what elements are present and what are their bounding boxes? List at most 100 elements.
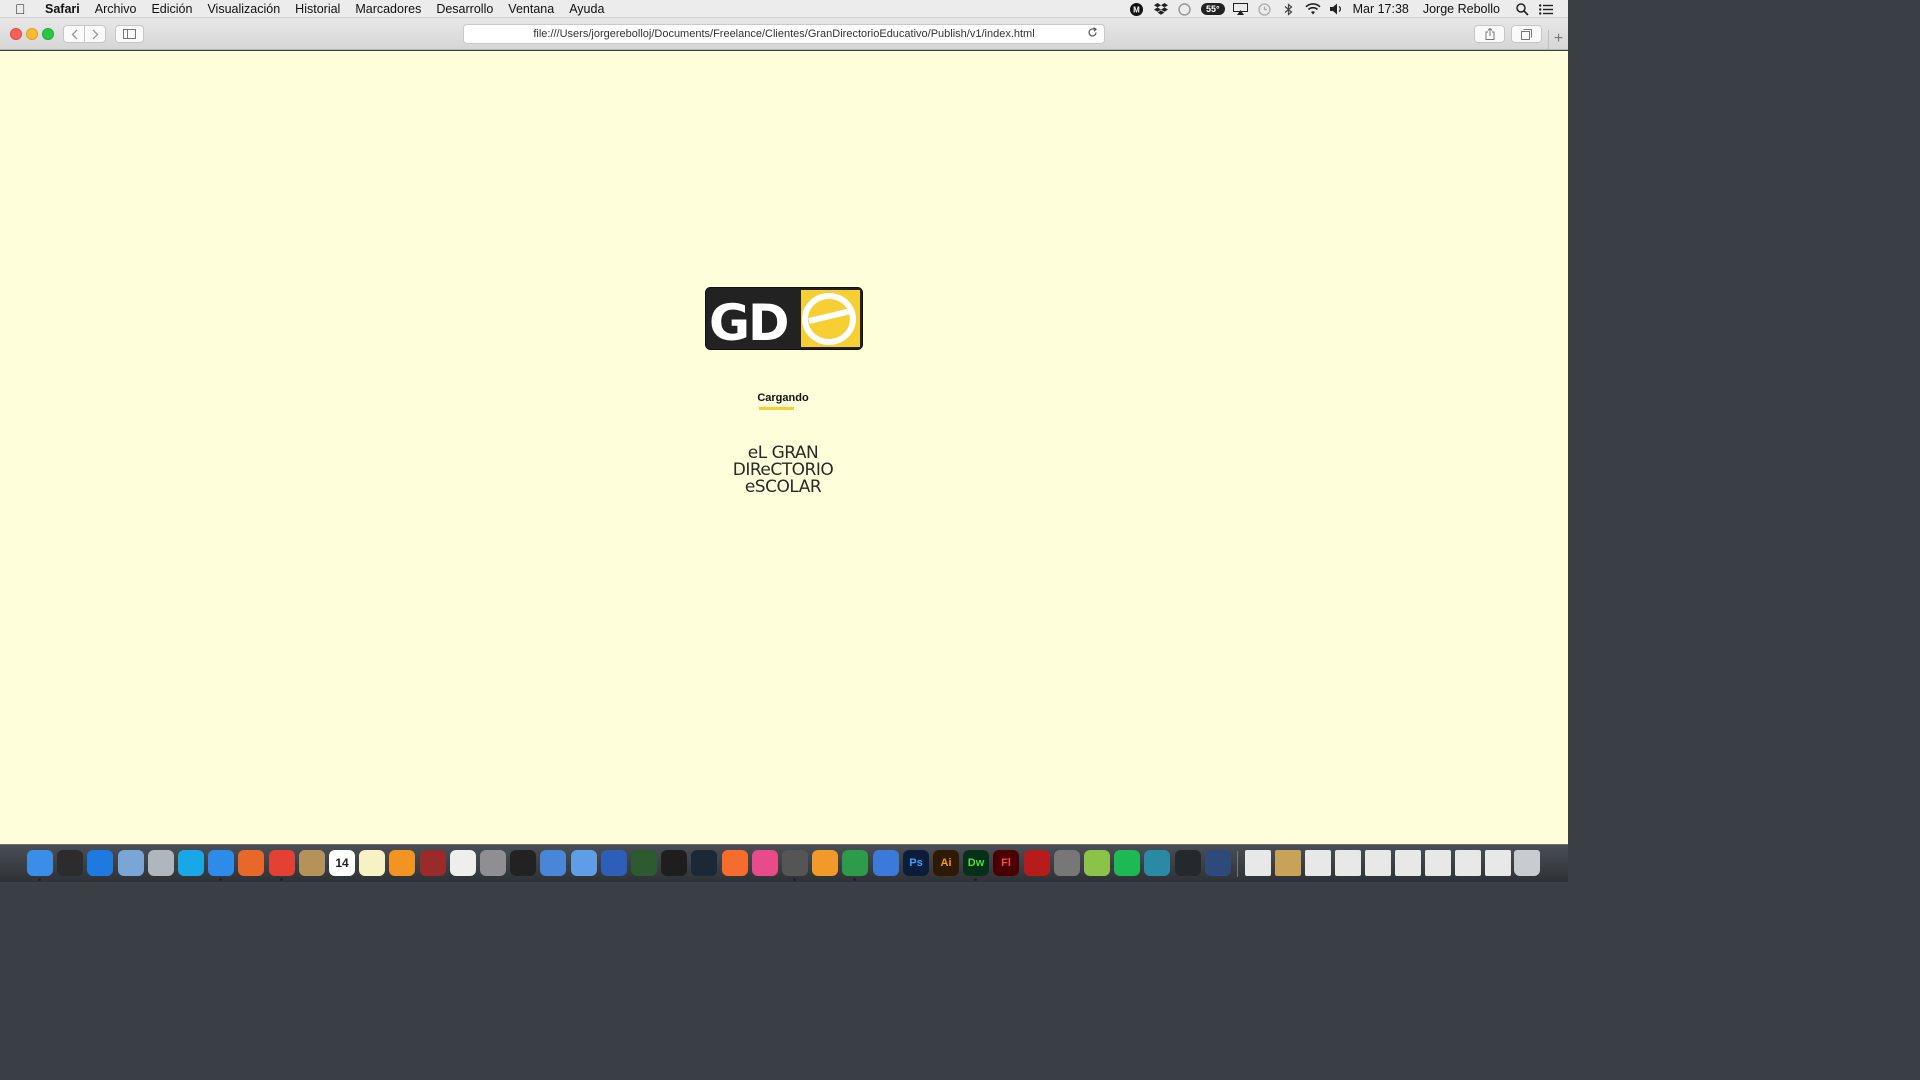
window-close-button[interactable] xyxy=(10,28,22,40)
dreamweaver-icon[interactable]: Dw xyxy=(963,850,989,876)
textedit-icon[interactable] xyxy=(450,850,476,876)
keynote-icon[interactable] xyxy=(873,850,899,876)
sidebar-toggle-button[interactable] xyxy=(115,25,144,43)
contacts-icon[interactable] xyxy=(299,850,325,876)
github-icon[interactable] xyxy=(1175,850,1201,876)
menu-ayuda[interactable]: Ayuda xyxy=(569,2,604,16)
svg-text:GD: GD xyxy=(709,294,788,350)
chevron-right-icon xyxy=(92,29,98,39)
file-6-icon[interactable] xyxy=(1455,850,1481,876)
terminal-icon[interactable] xyxy=(510,850,536,876)
user-name[interactable]: Jorge Rebollo xyxy=(1423,2,1500,16)
running-indicator xyxy=(219,878,222,881)
window-maximize-button[interactable] xyxy=(42,28,54,40)
app-store-icon[interactable] xyxy=(87,850,113,876)
menu-app-name[interactable]: Safari xyxy=(45,2,80,16)
dashboard-icon[interactable] xyxy=(57,850,83,876)
address-bar[interactable]: file:///Users/jorgerebolloj/Documents/Fr… xyxy=(463,24,1105,44)
notes-icon[interactable] xyxy=(359,850,385,876)
sync-status-icon[interactable] xyxy=(1177,2,1193,16)
file-2-icon[interactable] xyxy=(1335,850,1361,876)
dock-separator xyxy=(1237,851,1238,877)
share-button[interactable] xyxy=(1474,25,1505,43)
google-earth-icon[interactable] xyxy=(631,850,657,876)
share-icon xyxy=(1485,28,1494,40)
menu-bar:  Safari Archivo Edición Visualización H… xyxy=(0,0,1568,18)
illustrator-icon[interactable]: Ai xyxy=(933,850,959,876)
volume-icon[interactable] xyxy=(1329,3,1345,16)
photoshop-icon[interactable]: Ps xyxy=(903,850,929,876)
menu-historial[interactable]: Historial xyxy=(295,2,340,16)
browser-toolbar: file:///Users/jorgerebolloj/Documents/Fr… xyxy=(0,18,1568,50)
temperature-badge[interactable]: 55° xyxy=(1200,3,1225,15)
firefox-icon[interactable] xyxy=(238,850,264,876)
address-url: file:///Users/jorgerebolloj/Documents/Fr… xyxy=(533,28,1035,40)
finder-icon[interactable] xyxy=(27,850,53,876)
launchpad-icon[interactable] xyxy=(148,850,174,876)
file-4-icon[interactable] xyxy=(1395,850,1421,876)
file-7-icon[interactable] xyxy=(1485,850,1511,876)
spotify-icon[interactable] xyxy=(1114,850,1140,876)
skype-icon[interactable] xyxy=(178,850,204,876)
calendar-icon[interactable]: 14 xyxy=(329,850,355,876)
time-machine-icon[interactable] xyxy=(1257,2,1273,16)
forward-button[interactable] xyxy=(84,25,106,43)
menu-marcadores[interactable]: Marcadores xyxy=(355,2,421,16)
ibooks-icon[interactable] xyxy=(389,850,415,876)
menu-ventana[interactable]: Ventana xyxy=(508,2,554,16)
tree-icon[interactable] xyxy=(1205,850,1231,876)
system-preferences-icon[interactable] xyxy=(480,850,506,876)
filezilla-icon[interactable] xyxy=(1024,850,1050,876)
running-indicator xyxy=(38,878,41,881)
wifi-icon[interactable] xyxy=(1305,3,1321,16)
printer-icon[interactable] xyxy=(1054,850,1080,876)
terminal2-icon[interactable] xyxy=(661,850,687,876)
photo-booth-icon[interactable] xyxy=(420,850,446,876)
file-5-icon[interactable] xyxy=(1425,850,1451,876)
safari-icon[interactable] xyxy=(208,850,234,876)
pages-icon[interactable] xyxy=(812,850,838,876)
menu-visualizacion[interactable]: Visualización xyxy=(207,2,280,16)
notification-center-icon[interactable] xyxy=(1538,3,1554,16)
apple-menu-icon[interactable]:  xyxy=(15,0,31,18)
origin-icon[interactable] xyxy=(722,850,748,876)
menu-desarrollo[interactable]: Desarrollo xyxy=(436,2,493,16)
bluetooth-icon[interactable] xyxy=(1281,2,1297,16)
clock[interactable]: Mar 17:38 xyxy=(1353,2,1409,16)
steam-icon[interactable] xyxy=(691,850,717,876)
spotlight-search-icon[interactable] xyxy=(1514,2,1530,16)
file-3-icon[interactable] xyxy=(1365,850,1391,876)
show-tabs-button[interactable] xyxy=(1511,25,1542,43)
window-minimize-button[interactable] xyxy=(26,28,38,40)
sidebar-icon xyxy=(123,29,136,39)
android-icon[interactable] xyxy=(1084,850,1110,876)
menu-archivo[interactable]: Archivo xyxy=(95,2,137,16)
brand-wordmark: eL GRAN DIReCTORIO eSCOLAR xyxy=(700,445,866,496)
flash-icon[interactable]: Fl xyxy=(993,850,1019,876)
running-indicator xyxy=(280,878,283,881)
itunes-icon[interactable] xyxy=(752,850,778,876)
loading-progress-bar xyxy=(759,407,794,410)
m-status-icon[interactable]: M xyxy=(1129,2,1145,16)
tabs-icon xyxy=(1521,28,1532,40)
airplay-icon[interactable] xyxy=(1233,3,1249,16)
sourcetree-icon[interactable] xyxy=(1144,850,1170,876)
sublime-icon[interactable] xyxy=(782,850,808,876)
gde-logo: GD xyxy=(705,287,863,350)
chrome-icon[interactable] xyxy=(269,850,295,876)
xcode-icon[interactable] xyxy=(540,850,566,876)
downloads-stack-icon[interactable] xyxy=(1245,850,1271,876)
reload-icon[interactable] xyxy=(1087,27,1098,41)
menu-edicion[interactable]: Edición xyxy=(151,2,192,16)
dropbox-icon[interactable] xyxy=(1153,3,1169,16)
trash-icon[interactable] xyxy=(1514,850,1540,876)
file-1-icon[interactable] xyxy=(1305,850,1331,876)
new-tab-button[interactable]: + xyxy=(1548,30,1568,50)
chevron-left-icon xyxy=(71,29,77,39)
preview-icon[interactable] xyxy=(118,850,144,876)
numbers-icon[interactable] xyxy=(842,850,868,876)
back-button[interactable] xyxy=(63,25,85,43)
documents-stack-icon[interactable] xyxy=(1275,850,1301,876)
xcode-tools-icon[interactable] xyxy=(571,850,597,876)
simulator-icon[interactable] xyxy=(601,850,627,876)
